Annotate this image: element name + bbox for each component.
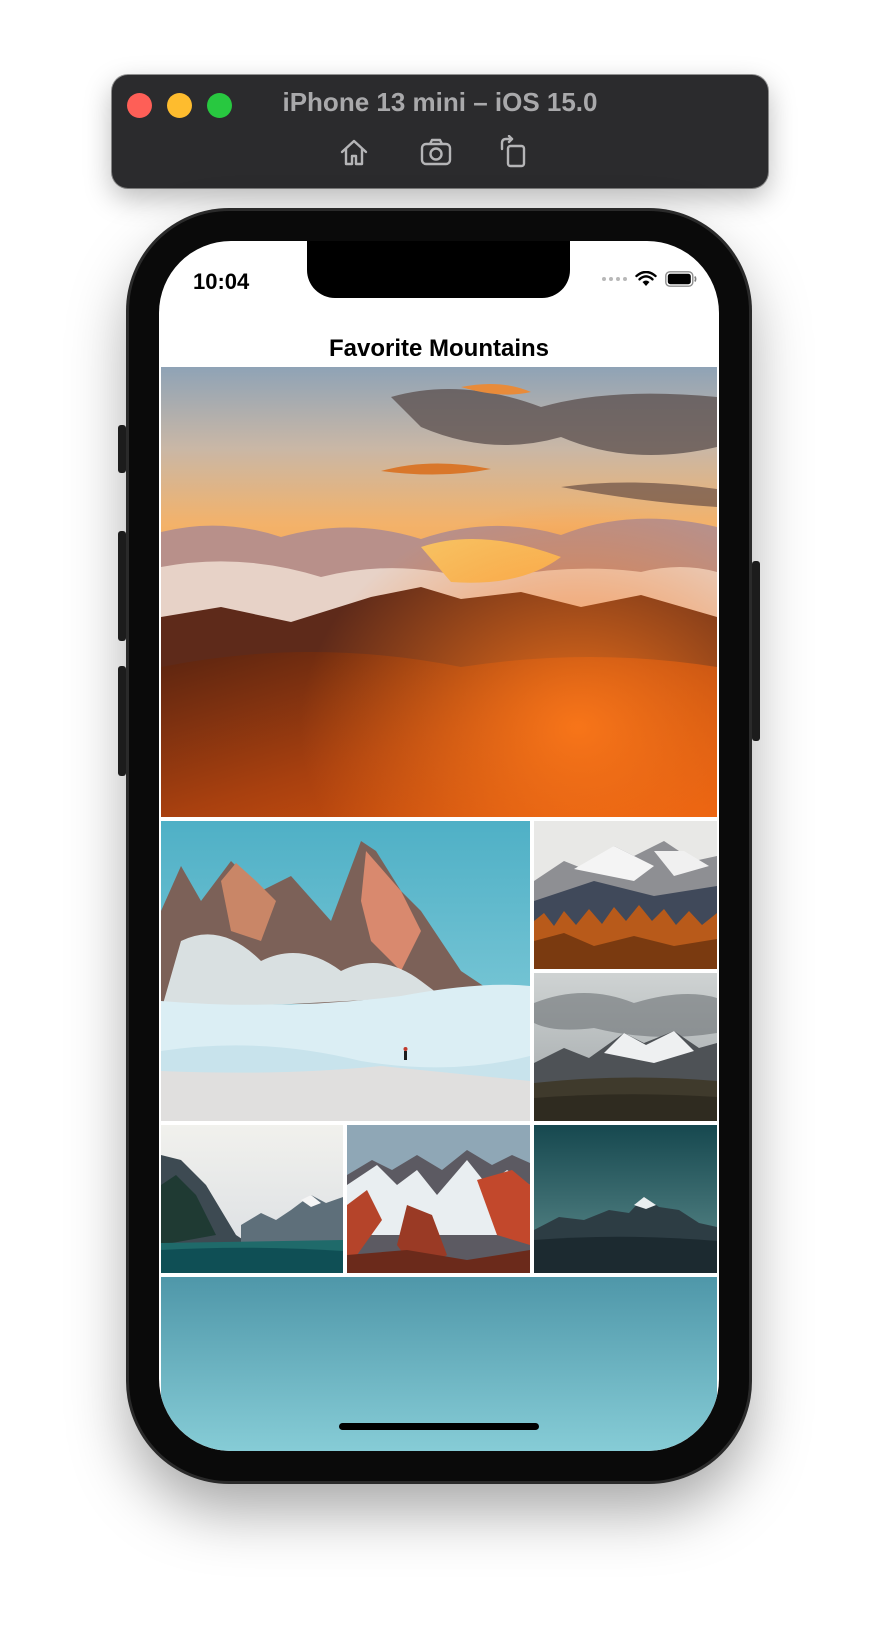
home-button[interactable] xyxy=(335,133,373,171)
alpine-lake-photo[interactable] xyxy=(161,1125,343,1273)
home-icon xyxy=(340,139,368,166)
power-button xyxy=(752,561,760,741)
dusk-peak-photo[interactable] xyxy=(534,1125,717,1273)
autumn-forest-mountains-photo[interactable] xyxy=(534,821,717,969)
battery-icon xyxy=(665,271,697,287)
home-indicator[interactable] xyxy=(339,1423,539,1430)
wifi-icon xyxy=(635,271,657,286)
screenshot-button[interactable] xyxy=(417,133,455,171)
mute-switch xyxy=(118,425,126,473)
notch xyxy=(307,241,570,298)
volume-up-button xyxy=(118,531,126,641)
iphone-device-frame: 10:04 Favorite Mountains xyxy=(118,211,760,1481)
status-icons xyxy=(602,271,697,287)
rotate-button[interactable] xyxy=(495,133,533,171)
sunset-mountains-photo[interactable] xyxy=(161,367,717,817)
status-time: 10:04 xyxy=(193,269,250,294)
phone-screen: 10:04 Favorite Mountains xyxy=(159,241,719,1451)
cloudy-snow-peaks-photo[interactable] xyxy=(534,973,717,1121)
volume-down-button xyxy=(118,666,126,776)
snowy-dolomites-photo[interactable] xyxy=(161,821,530,1121)
signal-dots-icon xyxy=(602,277,627,281)
simulator-window-bar: iPhone 13 mini – iOS 15.0 xyxy=(112,75,768,188)
rotate-icon xyxy=(500,135,526,168)
screenshot-icon xyxy=(420,138,452,166)
red-rock-snow-peaks-photo[interactable] xyxy=(347,1125,530,1273)
page-title: Favorite Mountains xyxy=(328,335,550,362)
simulator-title: iPhone 13 mini – iOS 15.0 xyxy=(282,87,598,117)
